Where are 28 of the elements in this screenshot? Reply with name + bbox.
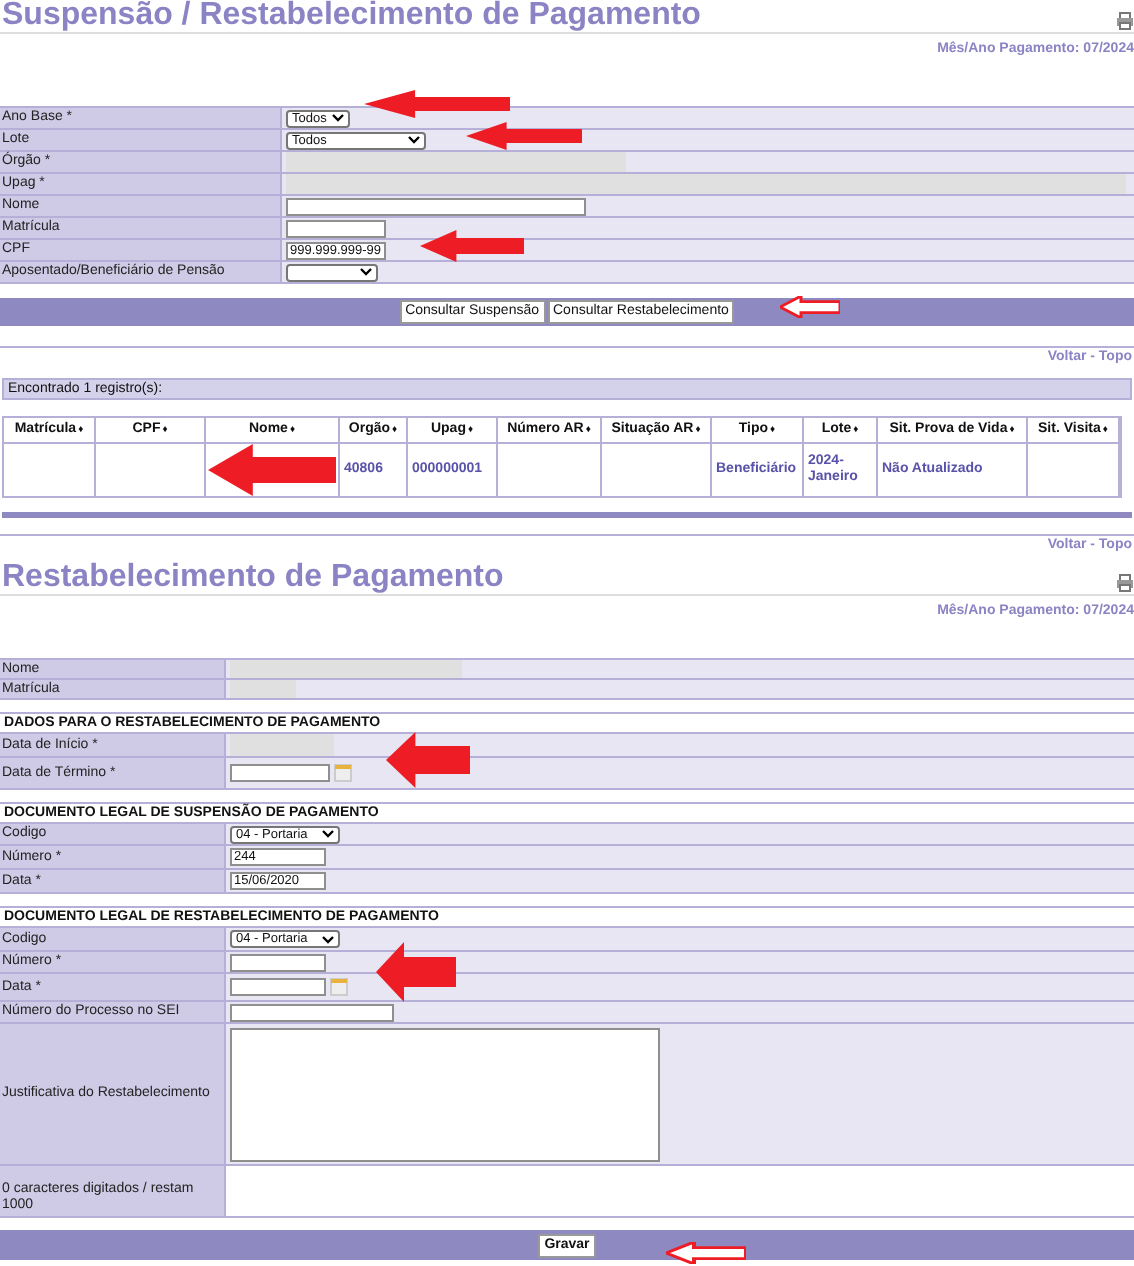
date-field[interactable] xyxy=(230,978,326,996)
text-field[interactable] xyxy=(230,953,326,971)
arrow-icon xyxy=(420,230,524,262)
printer-icon[interactable] xyxy=(1116,574,1134,592)
chevron-icon xyxy=(322,935,334,943)
arrow-icon xyxy=(466,122,582,150)
textarea-field[interactable] xyxy=(230,1027,660,1161)
arrow-icon xyxy=(364,90,510,118)
calendar-icon[interactable] xyxy=(334,764,352,782)
chevron-icon xyxy=(322,830,334,838)
calendar-icon[interactable] xyxy=(330,978,348,996)
arrow-icon xyxy=(376,942,456,1002)
chevron-icon xyxy=(332,114,344,122)
arrow-icon xyxy=(386,732,470,788)
page-title: Restabelecimento de Pagamento xyxy=(0,562,504,594)
readonly-field xyxy=(230,680,296,698)
select-field[interactable] xyxy=(286,263,378,281)
arrow-icon xyxy=(208,444,336,496)
readonly-field xyxy=(230,734,334,756)
text-field[interactable] xyxy=(286,219,386,237)
page-title: Suspensão / Restabelecimento de Pagamento xyxy=(0,0,701,32)
printer-icon[interactable] xyxy=(1116,12,1134,30)
text-field[interactable] xyxy=(286,197,586,215)
arrow-icon xyxy=(780,296,840,318)
text-field[interactable] xyxy=(230,1003,394,1021)
date-field[interactable] xyxy=(230,764,330,782)
chevron-icon xyxy=(360,268,372,276)
chevron-icon xyxy=(408,136,420,144)
